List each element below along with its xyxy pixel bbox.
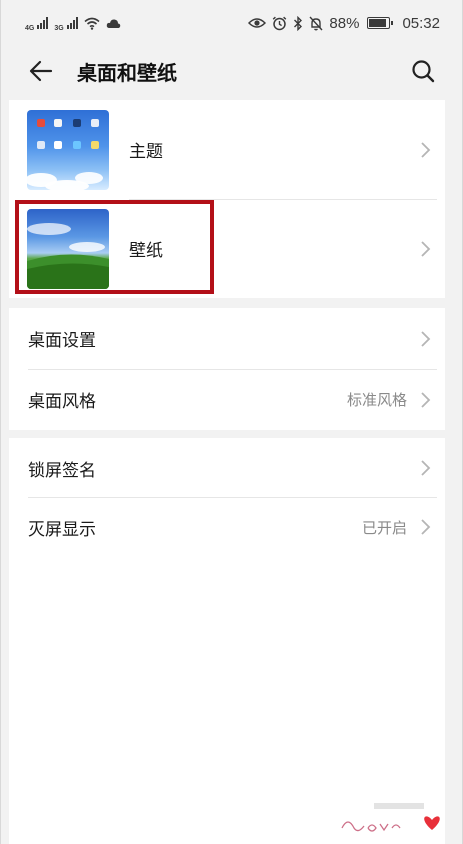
card-appearance: 主题 壁纸: [9, 100, 445, 298]
mute-icon: [309, 16, 323, 30]
wifi-icon: [84, 17, 100, 30]
list-item-value: 已开启: [361, 518, 407, 537]
list-item-theme[interactable]: 主题: [9, 100, 445, 199]
signal-icon-2: [66, 17, 78, 29]
network-type-2: 3G: [54, 24, 64, 32]
card-desktop: 桌面设置 桌面风格 标准风格: [9, 308, 445, 430]
eye-icon: [248, 18, 267, 28]
wallpaper-thumbnail: [27, 209, 109, 289]
bluetooth-icon: [294, 15, 303, 31]
list-item-wallpaper[interactable]: 壁纸: [9, 199, 445, 298]
list-item-label: 锁屏签名: [28, 460, 96, 481]
status-right: 88% 05:32: [248, 15, 440, 32]
theme-thumbnail: [27, 110, 109, 190]
back-button[interactable]: [11, 46, 71, 96]
search-icon: [412, 60, 435, 83]
list-item-label: 主题: [129, 142, 163, 162]
list-item-label: 桌面风格: [28, 392, 96, 412]
list-item-label: 桌面设置: [28, 331, 96, 351]
alarm-icon: [273, 16, 287, 30]
clock: 05:32: [402, 14, 440, 32]
network-type-1: 4G: [25, 24, 35, 32]
chevron-right-icon: [421, 391, 431, 408]
chevron-right-icon: [421, 141, 431, 158]
list-item-label: 壁纸: [129, 241, 163, 261]
status-bar: 4G 3G 88% 05:32: [1, 0, 462, 46]
chevron-right-icon: [421, 240, 431, 257]
list-item-label: 灭屏显示: [28, 519, 96, 540]
battery-percent: 88%: [329, 14, 360, 32]
signal-icon: [37, 17, 49, 29]
chevron-right-icon: [421, 330, 431, 347]
list-item-desktop-settings[interactable]: 桌面设置: [9, 308, 445, 369]
list-item-lock-screen-signature[interactable]: 锁屏签名: [9, 438, 445, 498]
search-button[interactable]: [398, 46, 448, 96]
list-item-value: 标准风格: [346, 391, 407, 409]
back-arrow-icon: [29, 60, 53, 82]
list-item-screen-off-display[interactable]: 灭屏显示 已开启: [9, 497, 445, 557]
battery-icon: [367, 17, 394, 29]
card-lock-screen: 锁屏签名 灭屏显示 已开启: [9, 438, 445, 844]
chevron-right-icon: [421, 460, 431, 476]
page-title: 桌面和壁纸: [77, 60, 177, 85]
list-item-desktop-style[interactable]: 桌面风格 标准风格: [9, 369, 445, 430]
chevron-right-icon: [421, 519, 431, 535]
status-left: 4G 3G: [25, 15, 121, 32]
watermark-logo: [341, 803, 440, 832]
app-header: 桌面和壁纸: [1, 46, 462, 96]
cloud-icon: [106, 18, 120, 28]
